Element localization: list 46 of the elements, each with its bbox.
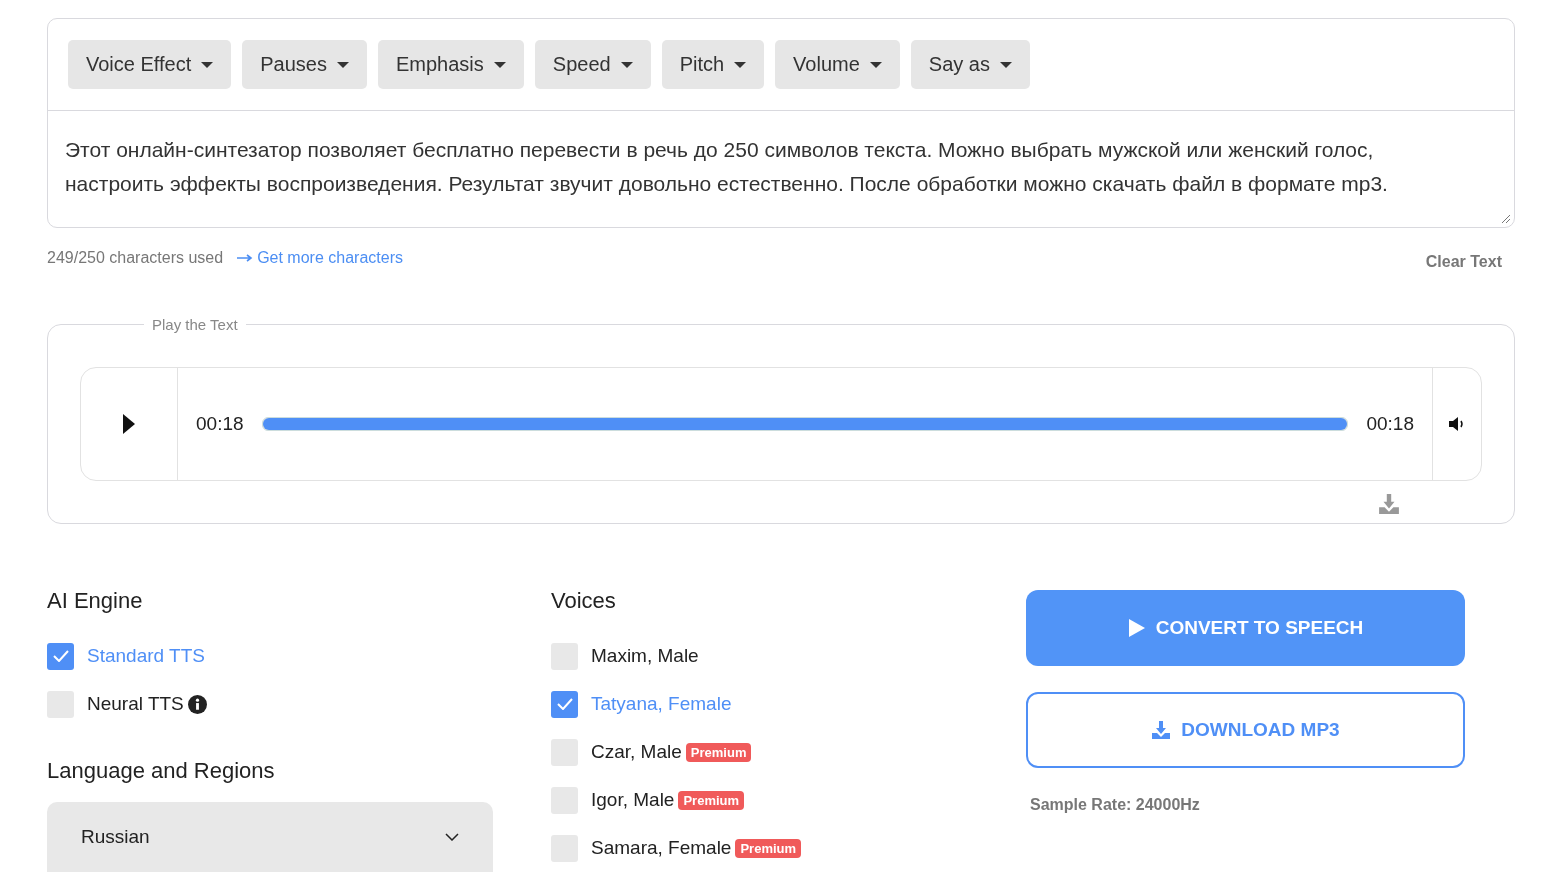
check-icon: [52, 650, 69, 662]
caret-icon: [201, 61, 214, 68]
caret-icon: [493, 61, 506, 68]
premium-badge: Premium: [678, 790, 745, 810]
checkbox[interactable]: [551, 690, 578, 718]
voice-label[interactable]: Maxim, Male: [591, 645, 699, 667]
dropdown-button[interactable]: Say as: [910, 40, 1030, 89]
section-heading: Language and Regions: [47, 758, 276, 784]
caret-icon: [734, 61, 747, 68]
option-label[interactable]: Neural TTS: [87, 693, 184, 715]
chevron-down-icon: [445, 833, 459, 841]
caret-icon: [620, 61, 633, 68]
speaker-icon[interactable]: [1448, 415, 1466, 433]
clear-text-button[interactable]: Clear Text: [1419, 252, 1508, 272]
resize-handle-icon[interactable]: [1501, 214, 1511, 224]
section-heading: AI Engine: [47, 588, 144, 614]
check-icon: [556, 698, 573, 710]
download-icon: [1151, 720, 1172, 740]
language-select[interactable]: Russian: [47, 802, 493, 872]
premium-badge: Premium: [685, 742, 752, 762]
voice-label[interactable]: Czar, Male: [591, 741, 682, 763]
arrow-right-icon: [237, 254, 254, 262]
dropdown-button[interactable]: Pitch: [661, 40, 765, 89]
current-time: 00:18: [196, 413, 244, 435]
play-icon[interactable]: [123, 414, 135, 434]
character-count: 249/250 characters used: [47, 249, 224, 267]
checkbox[interactable]: [47, 642, 74, 670]
info-icon[interactable]: [187, 694, 207, 714]
caret-icon: [337, 61, 349, 68]
sample-rate: Sample Rate: 24000Hz: [1030, 796, 1201, 814]
text-input[interactable]: Этот онлайн-синтезатор позволяет бесплатно перевести в речь до 250 символов текста. Можно выбрать мужской или женский голос, настроить эффекты воспроизведения. Результат звучит довольно естественно. После обработки можно скачать файл в формате mp3.: [48, 111, 1514, 227]
dropdown-button[interactable]: Speed: [534, 40, 651, 89]
voice-label[interactable]: Igor, Male: [591, 789, 675, 811]
caret-icon: [1000, 61, 1012, 68]
voice-label[interactable]: Samara, Female: [591, 837, 732, 859]
caret-icon: [869, 61, 882, 68]
dropdown-button[interactable]: Voice Effect: [68, 40, 232, 89]
premium-badge: Premium: [735, 838, 802, 858]
download-icon: [1378, 493, 1400, 515]
duration-time: 00:18: [1366, 413, 1414, 435]
dropdown-button[interactable]: Pauses: [242, 40, 367, 89]
section-heading: Voices: [551, 588, 617, 614]
play-icon: [1127, 618, 1146, 638]
dropdown-button[interactable]: Volume: [775, 40, 900, 89]
dropdown-button[interactable]: Emphasis: [378, 40, 524, 89]
panel-legend: Play the Text: [144, 316, 246, 333]
